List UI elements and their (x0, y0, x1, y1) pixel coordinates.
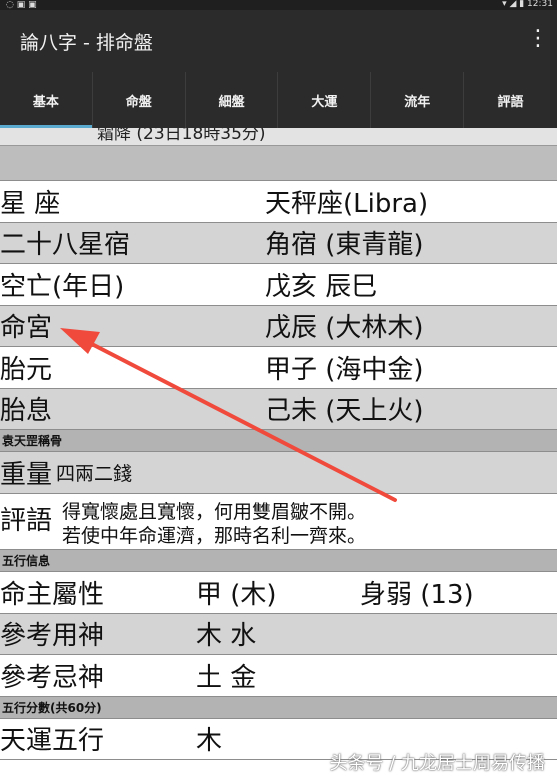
score-key: 天運五行 (0, 726, 105, 757)
wuxing-row-taboo-god: 參考忌神 土 金 (0, 655, 557, 697)
bone-comment-row: 評語 得寬懷處且寬懷，何用雙眉皺不開。 若使中年命運濟，那時名利一齊來。 (0, 494, 557, 550)
wuxing-key: 參考用神 (0, 621, 105, 652)
info-row-breath: 胎息 己未 (天上火) (0, 388, 557, 430)
tab-bar: 基本 命盤 細盤 大運 流年 評語 (0, 72, 557, 128)
wuxing-value: 甲 (木) (196, 579, 277, 610)
comment-text: 得寬懷處且寬懷，何用雙眉皺不開。 若使中年命運濟，那時名利一齊來。 (62, 494, 366, 549)
watermark-text: 头条号 / 九龙居士周易传播 (329, 753, 545, 774)
status-icons-right: ▾ ◢ ▮ 12:31 (502, 0, 553, 9)
info-row-conception: 胎元 甲子 (海中金) (0, 347, 557, 389)
overflow-menu-icon[interactable]: ⋮ (527, 26, 549, 51)
info-key: 胎息 (0, 396, 53, 427)
bone-weight-row: 重量 四兩二錢 (0, 452, 557, 494)
wuxing-row-master: 命主屬性 甲 (木) 身弱 (13) (0, 572, 557, 614)
info-row-void: 空亡(年日) 戊亥 辰巳 (0, 264, 557, 306)
info-key: 胎元 (0, 354, 53, 385)
info-value: 甲子 (海中金) (265, 354, 424, 385)
wuxing-key: 參考忌神 (0, 662, 105, 693)
wuxing-key: 命主屬性 (0, 579, 105, 610)
app-bar: 論八字 - 排命盤 ⋮ (0, 10, 557, 72)
comment-key: 評語 (0, 506, 53, 536)
info-value: 戊亥 辰巳 (265, 271, 378, 302)
app-title: 論八字 - 排命盤 (20, 32, 153, 54)
section-header-five-elements: 五行信息 (0, 550, 557, 572)
tab-basic[interactable]: 基本 (0, 72, 93, 128)
status-icons-left: ◌ ▣ ▣ (6, 0, 37, 10)
info-key: 星 座 (0, 188, 61, 219)
wuxing-extra: 身弱 (13) (360, 579, 474, 610)
info-key: 二十八星宿 (0, 230, 131, 261)
tab-yearly-luck[interactable]: 流年 (371, 72, 465, 128)
info-value: 天秤座(Libra) (265, 188, 429, 219)
tab-major-luck[interactable]: 大運 (278, 72, 372, 128)
comment-line-1: 得寬懷處且寬懷，何用雙眉皺不開。 (62, 501, 367, 523)
tab-commentary[interactable]: 評語 (464, 72, 557, 128)
solar-term-row: 霜降 (23日18時35分) (0, 128, 557, 146)
blank-row (0, 146, 557, 181)
info-key: 空亡(年日) (0, 271, 125, 302)
section-header-element-scores: 五行分數(共60分) (0, 696, 557, 719)
info-key: 命宮 (0, 313, 53, 344)
info-row-zodiac: 星 座 天秤座(Libra) (0, 181, 557, 223)
info-value: 己未 (天上火) (265, 396, 424, 427)
info-value: 角宿 (東青龍) (265, 230, 424, 261)
wuxing-value: 木 水 (196, 621, 257, 652)
weight-value: 四兩二錢 (56, 463, 133, 485)
comment-line-2: 若使中年命運濟，那時名利一齊來。 (62, 525, 367, 547)
wuxing-row-useful-god: 參考用神 木 水 (0, 613, 557, 655)
info-row-life-palace: 命宮 戊辰 (大林木) (0, 305, 557, 347)
tab-chart[interactable]: 命盤 (93, 72, 186, 128)
status-bar: ◌ ▣ ▣ ▾ ◢ ▮ 12:31 (0, 0, 557, 10)
info-value: 戊辰 (大林木) (265, 313, 424, 344)
tab-detail-chart[interactable]: 細盤 (186, 72, 279, 128)
weight-key: 重量 (0, 460, 53, 490)
section-header-bone-weight: 袁天罡稱骨 (0, 430, 557, 452)
wuxing-value: 土 金 (196, 662, 257, 693)
content-scroll[interactable]: 霜降 (23日18時35分) 星 座 天秤座(Libra) 二十八星宿 角宿 (… (0, 128, 557, 760)
info-row-lunar-mansion: 二十八星宿 角宿 (東青龍) (0, 222, 557, 264)
